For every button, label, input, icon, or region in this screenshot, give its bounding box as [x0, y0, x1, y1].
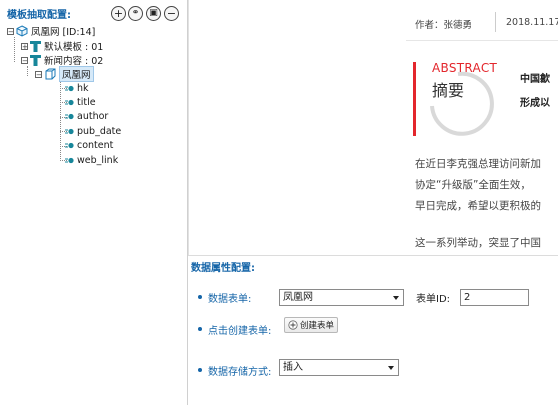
tree-field-author[interactable]: author — [65, 110, 108, 124]
cube-icon — [16, 25, 28, 37]
bullet-icon — [198, 368, 202, 372]
tree-node-news-content[interactable]: − 新闻内容 : 02 — [21, 53, 103, 67]
template-extraction-panel: 模板抽取配置: + ⚭ ▣ − − 凤凰网 [ID:14] + 默认模板 : 0… — [0, 0, 188, 405]
abstract-en: ABSTRACT — [432, 61, 498, 75]
tree-node-label: 凤凰网 [ID:14] — [31, 27, 96, 38]
field-icon — [65, 85, 74, 91]
minus-icon: − — [166, 7, 177, 20]
plus-icon: + — [113, 7, 124, 20]
bullet-icon — [198, 295, 202, 299]
field-icon — [65, 157, 74, 163]
create-form-button-label: 创建表单 — [300, 321, 335, 331]
table-cube-icon — [45, 68, 56, 80]
tree-field-title[interactable]: title — [65, 95, 96, 109]
tree-field-hk[interactable]: hk — [65, 81, 89, 95]
tree-field-label: web_link — [77, 154, 119, 166]
date-text: 2018.11.17 — [506, 17, 558, 28]
tree-node-label: 新闻内容 : 02 — [44, 56, 104, 67]
field-icon — [65, 128, 74, 134]
template-icon — [30, 40, 41, 52]
tree-field-label: author — [77, 111, 109, 123]
dropdown-arrow-icon — [388, 366, 394, 370]
tree-node-label: 默认模板 : 01 — [44, 42, 104, 53]
paragraph-line: 早日完成，希望以更积极的 — [415, 200, 541, 212]
tree-connector — [27, 66, 28, 76]
template-icon — [30, 54, 41, 66]
link-icon: ⚭ — [131, 8, 140, 18]
tree-node-default-template[interactable]: + 默认模板 : 01 — [21, 39, 103, 53]
storage-select[interactable]: 插入 — [279, 359, 399, 376]
dropdown-arrow-icon — [393, 296, 399, 300]
collapse-icon[interactable]: − — [35, 70, 42, 78]
tree-connector — [14, 37, 15, 62]
form-select-value: 凤凰网 — [283, 292, 313, 303]
form-id-input[interactable]: 2 — [460, 289, 529, 306]
tree-connector — [60, 81, 61, 161]
remove-button[interactable]: − — [164, 6, 179, 21]
tree-field-label: pub_date — [77, 125, 122, 137]
add-circle-icon — [288, 320, 298, 330]
panel-title: 模板抽取配置: — [7, 10, 71, 21]
create-form-label: 点击创建表单: — [208, 326, 272, 337]
save-icon: ▣ — [149, 8, 158, 18]
preview-left-rule — [188, 0, 189, 262]
add-button[interactable]: + — [111, 6, 126, 21]
tree-field-label: title — [77, 96, 96, 108]
form-label: 数据表单: — [208, 294, 252, 305]
form-select[interactable]: 凤凰网 — [279, 289, 404, 306]
bullet-icon — [198, 327, 202, 331]
tree-node-label: 凤凰网 — [59, 66, 94, 82]
tree-field-web-link[interactable]: web_link — [65, 153, 118, 167]
author-text: 作者：张德勇 — [415, 20, 473, 31]
tree-field-label: content — [77, 140, 114, 152]
abstract-cn: 摘要 — [432, 81, 465, 100]
field-icon — [65, 142, 74, 149]
paragraph-line: 这一系列举动，突显了中国 — [415, 237, 541, 249]
storage-label: 数据存储方式: — [208, 367, 272, 378]
paragraph-line: 在近日李克强总理访问新加 — [415, 158, 541, 170]
tree-field-label: hk — [77, 82, 89, 94]
tree-node-form[interactable]: − 凤凰网 — [35, 66, 94, 82]
form-id-label: 表单ID: — [416, 294, 451, 305]
storage-select-value: 插入 — [283, 362, 303, 373]
create-form-button[interactable]: 创建表单 — [284, 317, 338, 333]
save-button[interactable]: ▣ — [146, 6, 161, 21]
paragraph-line: 协定“升级版”全面生效， — [415, 179, 531, 191]
header-rule — [406, 40, 558, 41]
right-panel: 作者：张德勇 2018.11.17 ABSTRACT 摘要 中国歙 形成以 在近… — [188, 0, 558, 406]
article-preview: 作者：张德勇 2018.11.17 ABSTRACT 摘要 中国歙 形成以 在近… — [188, 0, 558, 262]
field-icon — [65, 99, 74, 105]
config-title: 数据属性配置: — [191, 263, 255, 274]
tree-field-pub-date[interactable]: pub_date — [65, 124, 121, 138]
summary-line: 形成以 — [520, 98, 550, 109]
field-icon — [65, 114, 74, 120]
expand-icon[interactable]: + — [21, 42, 28, 50]
data-attribute-config: 数据属性配置: 数据表单: 凤凰网 表单ID: 2 点击创建表单: 创建表单 数… — [188, 255, 558, 406]
link-button[interactable]: ⚭ — [128, 6, 143, 21]
meta-divider — [495, 12, 496, 32]
collapse-icon[interactable]: − — [7, 27, 14, 35]
tree-node-root[interactable]: − 凤凰网 [ID:14] — [7, 24, 95, 38]
collapse-icon[interactable]: − — [21, 56, 28, 64]
tree-field-content[interactable]: content — [65, 139, 113, 153]
summary-line: 中国歙 — [520, 74, 550, 85]
abstract-accent-bar — [413, 62, 416, 136]
